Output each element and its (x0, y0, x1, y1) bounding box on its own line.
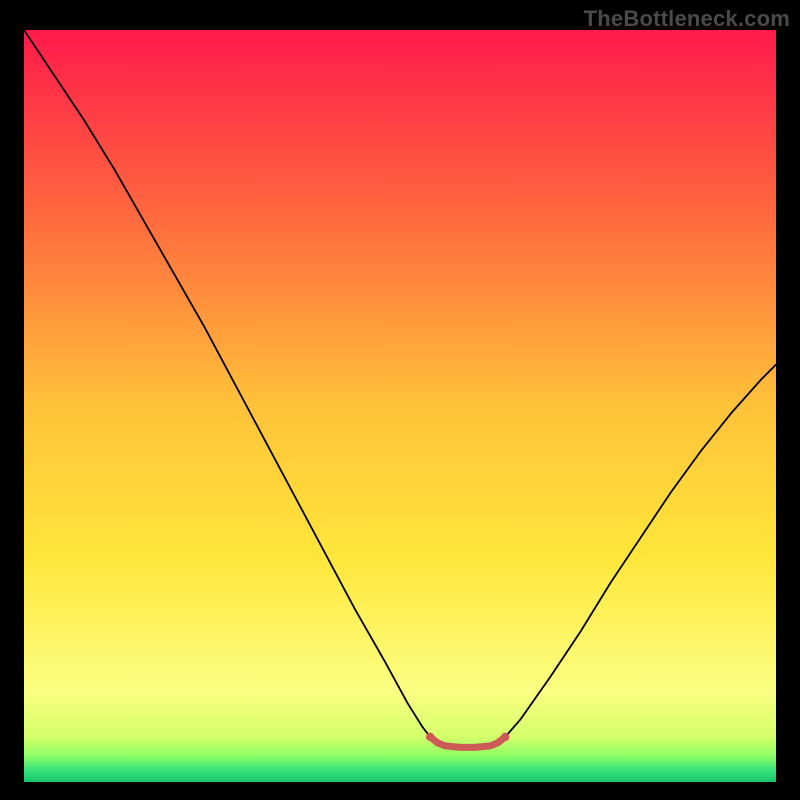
marker-dot (501, 733, 509, 741)
chart-frame: TheBottleneck.com (0, 0, 800, 800)
watermark-text: TheBottleneck.com (584, 6, 790, 32)
marker-dot (426, 733, 434, 741)
plot-region (24, 30, 776, 782)
plot-svg (24, 30, 776, 782)
gradient-background (24, 30, 776, 782)
